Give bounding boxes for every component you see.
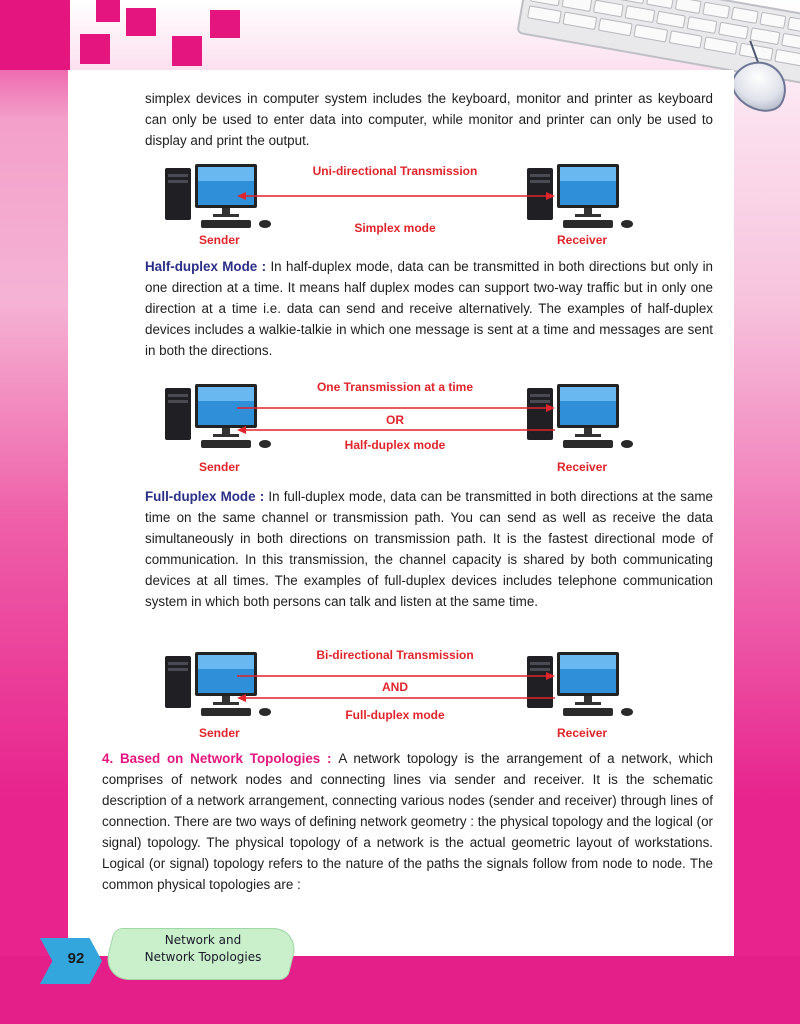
decor-square — [126, 8, 156, 36]
diagram-bottom-label: Half-duplex mode — [344, 438, 446, 452]
network-topologies-body: A network topology is the arrangement of… — [102, 751, 714, 892]
section-heading-topologies: 4. Based on Network Topologies : — [102, 751, 339, 766]
sender-label: Sender — [199, 460, 240, 474]
chapter-title-line2: Network Topologies — [144, 950, 262, 964]
simplex-diagram: Uni-directional Transmission Simplex mod… — [145, 160, 645, 254]
sender-label: Sender — [199, 233, 240, 247]
paragraph-half-duplex: Half-duplex Mode : In half-duplex mode, … — [145, 256, 713, 361]
term-half-duplex: Half-duplex Mode : — [145, 259, 267, 274]
chapter-title-line1: Network and — [164, 933, 242, 947]
desktop-computer-icon — [165, 652, 271, 716]
desktop-computer-icon — [527, 384, 633, 448]
decor-square — [80, 34, 110, 64]
decor-square — [96, 0, 120, 22]
arrow-right — [237, 404, 555, 412]
desktop-computer-icon — [165, 384, 271, 448]
diagram-middle-label: AND — [382, 680, 408, 694]
diagram-top-label: Uni-directional Transmission — [312, 164, 478, 178]
chapter-title: Network and Network Topologies — [118, 932, 288, 966]
full-duplex-body: In full-duplex mode, data can be transmi… — [145, 489, 713, 609]
arrow-bidirectional — [237, 192, 555, 200]
half-duplex-diagram: One Transmission at a time OR Half-duple… — [145, 378, 645, 474]
decor-square — [172, 36, 202, 66]
sender-label: Sender — [199, 726, 240, 740]
receiver-label: Receiver — [557, 233, 608, 247]
paragraph-simplex-examples: simplex devices in computer system inclu… — [145, 91, 713, 148]
full-duplex-diagram: Bi-directional Transmission AND Full-dup… — [145, 646, 645, 740]
page-number: 92 — [67, 949, 85, 967]
receiver-label: Receiver — [557, 726, 608, 740]
arrow-left — [237, 694, 555, 702]
diagram-bottom-label: Simplex mode — [354, 221, 436, 235]
paragraph-full-duplex: Full-duplex Mode : In full-duplex mode, … — [145, 486, 713, 612]
desktop-computer-icon — [527, 652, 633, 716]
diagram-top-label: One Transmission at a time — [316, 380, 474, 394]
right-decor-band — [734, 0, 800, 1024]
left-decor-band — [0, 0, 70, 1024]
receiver-label: Receiver — [557, 460, 608, 474]
term-full-duplex: Full-duplex Mode : — [145, 489, 265, 504]
diagram-bottom-label: Full-duplex mode — [345, 708, 445, 722]
decor-square — [210, 10, 240, 38]
arrow-left — [237, 426, 555, 434]
paragraph-network-topologies: 4. Based on Network Topologies : A netwo… — [102, 748, 713, 895]
decor-square — [0, 0, 70, 70]
diagram-top-label: Bi-directional Transmission — [316, 648, 474, 662]
